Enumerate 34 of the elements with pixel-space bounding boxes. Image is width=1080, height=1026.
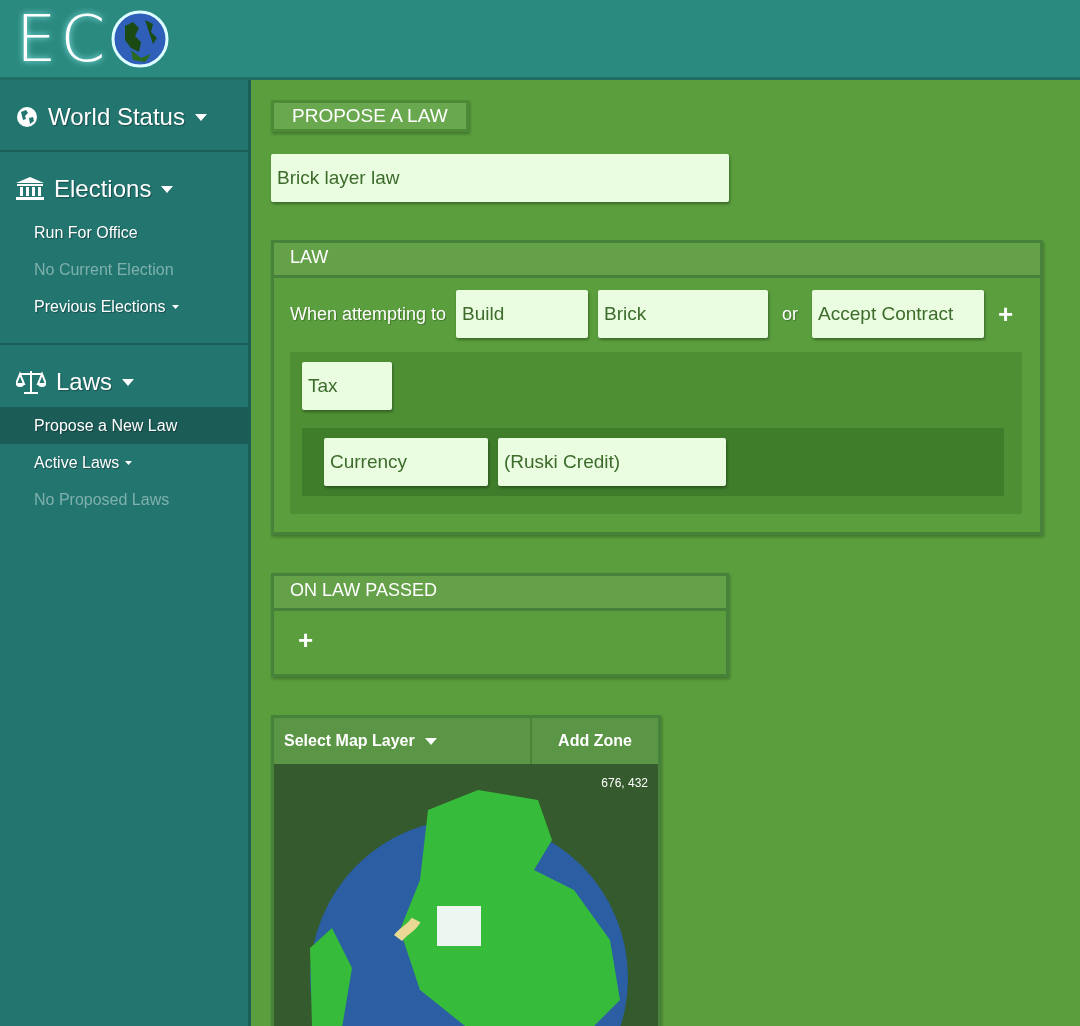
caret-icon — [424, 737, 437, 745]
condition-label: When attempting to — [290, 303, 447, 325]
parameter-field[interactable]: Currency — [324, 438, 488, 486]
or-label: or — [782, 303, 799, 325]
globe-logo-icon — [111, 9, 170, 68]
panel-title: LAW — [274, 243, 1040, 278]
action-field[interactable]: Brick — [598, 290, 769, 338]
add-condition-button[interactable]: + — [994, 298, 1018, 330]
sidebar-item[interactable]: Previous Elections — [0, 288, 248, 325]
panel-title: ON LAW PASSED — [274, 576, 726, 611]
caret-icon — [171, 304, 179, 309]
section-heading[interactable]: Laws — [56, 368, 113, 396]
action-field[interactable]: Accept Contract — [812, 290, 985, 338]
scales-icon — [16, 369, 46, 395]
add-zone-button[interactable]: Add Zone — [532, 718, 658, 764]
logo-text: EC — [16, 6, 110, 71]
caret-icon — [122, 378, 135, 386]
sidebar-item[interactable]: Propose a New Law — [0, 407, 248, 444]
globe-icon — [16, 106, 38, 128]
map-coordinates: 676, 432 — [601, 776, 648, 790]
effect-field[interactable]: Tax — [302, 362, 392, 410]
bank-icon — [16, 177, 44, 201]
action-field[interactable]: Build — [456, 290, 589, 338]
propose-law-button[interactable]: PROPOSE A LAW — [271, 100, 469, 132]
caret-icon — [194, 113, 207, 121]
sidebar-item[interactable]: Active Laws — [0, 444, 248, 481]
caret-icon — [125, 460, 133, 465]
parameter-field[interactable]: (Ruski Credit) — [498, 438, 726, 486]
law-name-field[interactable]: Brick layer law — [271, 154, 729, 202]
caret-icon — [161, 185, 174, 193]
sidebar-item[interactable]: Run For Office — [0, 214, 248, 251]
section-heading[interactable]: World Status — [48, 103, 185, 131]
section-heading[interactable]: Elections — [54, 175, 152, 203]
add-action-button[interactable]: + — [294, 625, 318, 656]
